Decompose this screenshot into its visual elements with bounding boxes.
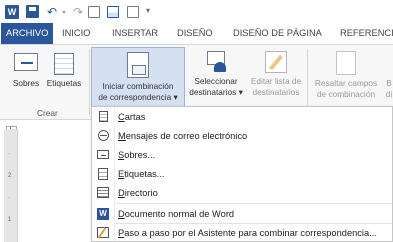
menu-item-label: Directorio (118, 187, 158, 198)
truncated-button[interactable]: B di (385, 47, 393, 100)
iniciar-combinacion-button[interactable]: Iniciar combinación de correspondencia ▾ (91, 47, 185, 109)
editar-lista-button[interactable]: Editar lista de destinatarios (247, 47, 305, 98)
new-document-icon[interactable] (88, 6, 100, 18)
etiquetas-button[interactable]: Etiquetas (45, 49, 83, 89)
resaltar-label-line1: Resaltar campos (314, 78, 378, 88)
ruler-mark: 2 (8, 173, 12, 179)
resaltar-label-line2: de combinación (316, 89, 376, 99)
word-document-icon: W (97, 207, 109, 220)
ribbon-tabs: ARCHIVO INICIO INSERTAR DISEÑO DISEÑO DE… (0, 23, 393, 44)
truncated-icon (385, 51, 393, 75)
quick-access-toolbar: W ↶ ▾ ↷ ▾ (0, 0, 393, 23)
etiquetas-label: Etiquetas (46, 78, 82, 88)
seleccionar-label-line1: Seleccionar (194, 76, 238, 86)
tab-diseno[interactable]: DISEÑO (177, 23, 213, 44)
redo-icon[interactable]: ↷ (72, 5, 84, 19)
customize-icon[interactable]: ▾ (146, 6, 150, 15)
iniciar-label-line1: Iniciar combinación (102, 81, 174, 91)
menu-item-asistente[interactable]: Paso a paso por el Asistente para combin… (92, 223, 392, 242)
menu-item-sobres[interactable]: Sobres... (92, 145, 392, 164)
vertical-ruler (4, 129, 18, 242)
highlight-fields-icon (336, 51, 356, 75)
tab-insertar[interactable]: INSERTAR (112, 23, 158, 44)
truncated-label-line2: di (385, 89, 393, 99)
menu-item-label: Etiquetas... (118, 168, 165, 179)
ruler-mark: · (8, 151, 10, 157)
sobres-label: Sobres (12, 78, 40, 88)
menu-item-etiquetas[interactable]: Etiquetas... (92, 164, 392, 183)
tab-inicio[interactable]: INICIO (62, 23, 90, 44)
mail-merge-icon (127, 52, 149, 78)
open-icon[interactable] (107, 6, 119, 18)
envelope-icon (14, 53, 38, 71)
labels-icon (97, 167, 109, 180)
menu-item-cartas[interactable]: Cartas (92, 107, 392, 126)
menu-item-label: Mensajes de correo electrónico (118, 130, 248, 141)
ruler-mark: · (8, 195, 10, 201)
wizard-icon (97, 227, 109, 239)
menu-item-label: Cartas (118, 111, 146, 122)
labels-icon (54, 53, 74, 75)
ruler-mark: 1 (8, 217, 12, 223)
group-label-crear: Crear (37, 108, 58, 118)
save-icon[interactable] (26, 5, 39, 18)
word-logo-icon[interactable]: W (5, 5, 19, 19)
menu-item-mensajes-correo[interactable]: Mensajes de correo electrónico (92, 126, 392, 145)
recipients-icon (204, 51, 228, 73)
undo-icon[interactable]: ↶ (46, 5, 58, 19)
menu-item-directorio[interactable]: Directorio (92, 183, 392, 202)
menu-item-label: Sobres... (118, 149, 156, 160)
directory-icon (97, 187, 109, 199)
print-preview-icon[interactable] (127, 6, 139, 18)
email-icon (97, 130, 109, 142)
edit-list-icon (265, 51, 287, 73)
envelope-icon (97, 149, 109, 161)
editar-label-line1: Editar lista de (250, 76, 302, 86)
seleccionar-label-line2: destinatarios ▾ (189, 87, 243, 97)
tab-referencias[interactable]: REFERENCIAS (340, 23, 393, 44)
tab-diseno-de-pagina[interactable]: DISEÑO DE PÁGINA (233, 23, 322, 44)
sobres-button[interactable]: Sobres (9, 49, 43, 89)
seleccionar-destinatarios-button[interactable]: Seleccionar destinatarios ▾ (186, 47, 246, 98)
editar-label-line2: destinatarios (252, 87, 300, 97)
menu-item-label: Paso a paso por el Asistente para combin… (118, 227, 377, 238)
mail-merge-dropdown-menu: Cartas Mensajes de correo electrónico So… (91, 106, 393, 242)
iniciar-label-line2: de correspondencia ▾ (98, 92, 178, 102)
resaltar-campos-button[interactable]: Resaltar campos de combinación (310, 47, 382, 100)
group-separator (89, 49, 90, 115)
truncated-label-line1: B (386, 78, 392, 88)
menu-item-label: Documento normal de Word (118, 208, 235, 219)
menu-item-documento-normal[interactable]: W Documento normal de Word (92, 204, 392, 223)
letters-icon (97, 111, 109, 123)
undo-dropdown-icon[interactable]: ▾ (61, 5, 67, 19)
tab-archivo[interactable]: ARCHIVO (1, 23, 54, 44)
